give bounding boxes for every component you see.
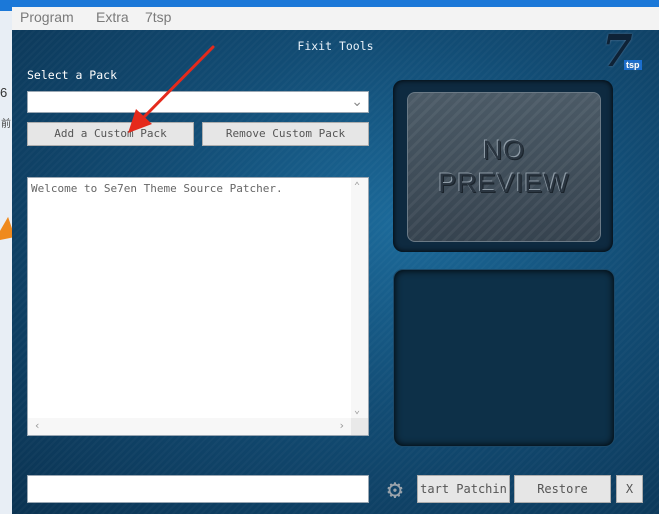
scroll-up-icon[interactable]: ⌃	[354, 181, 360, 192]
select-pack-label: Select a Pack	[27, 68, 118, 82]
scroll-left-icon[interactable]: ‹	[34, 419, 41, 432]
info-panel	[393, 269, 615, 447]
no-preview-line-2: PREVIEW	[438, 168, 570, 198]
background-text-fragment: 6	[0, 85, 8, 100]
start-patching-button[interactable]: tart Patchin	[417, 475, 510, 503]
scroll-down-icon[interactable]: ⌄	[354, 405, 360, 416]
remove-custom-pack-button[interactable]: Remove Custom Pack	[202, 122, 369, 146]
chevron-down-icon[interactable]: ⌄	[351, 93, 363, 110]
restore-button[interactable]: Restore	[514, 475, 611, 503]
horizontal-scrollbar[interactable]: ‹ ›	[28, 418, 351, 435]
gear-icon[interactable]: ⚙	[379, 475, 411, 505]
no-preview-line-1: NO	[482, 135, 526, 165]
background-window: 6 前	[0, 11, 22, 514]
vertical-scrollbar[interactable]: ⌃ ⌄	[351, 178, 368, 418]
window-title: Fixit Tools	[297, 39, 374, 53]
scrollbar-corner	[351, 418, 368, 435]
menu-bar: Program Extra 7tsp	[12, 7, 659, 31]
scroll-right-icon[interactable]: ›	[338, 419, 345, 432]
menu-extra[interactable]: Extra	[96, 9, 129, 25]
menu-7tsp[interactable]: 7tsp	[145, 9, 171, 25]
close-button[interactable]: X	[616, 475, 643, 503]
logo: 7 tsp	[602, 30, 642, 74]
add-custom-pack-button[interactable]: Add a Custom Pack	[27, 122, 194, 146]
preview-panel: NO PREVIEW	[393, 80, 613, 252]
log-textarea[interactable]: Welcome to Se7en Theme Source Patcher. ⌃…	[27, 177, 369, 436]
preview-image: NO PREVIEW	[407, 92, 601, 242]
pack-dropdown[interactable]: ⌄	[27, 91, 369, 113]
path-input[interactable]	[27, 475, 369, 503]
patcher-window: Fixit Tools 7 tsp Select a Pack ⌄ Add a …	[12, 30, 659, 514]
log-text: Welcome to Se7en Theme Source Patcher.	[31, 182, 283, 195]
logo-subtext: tsp	[624, 60, 642, 70]
menu-program[interactable]: Program	[20, 9, 74, 25]
background-text-fragment-2: 前	[1, 119, 11, 130]
